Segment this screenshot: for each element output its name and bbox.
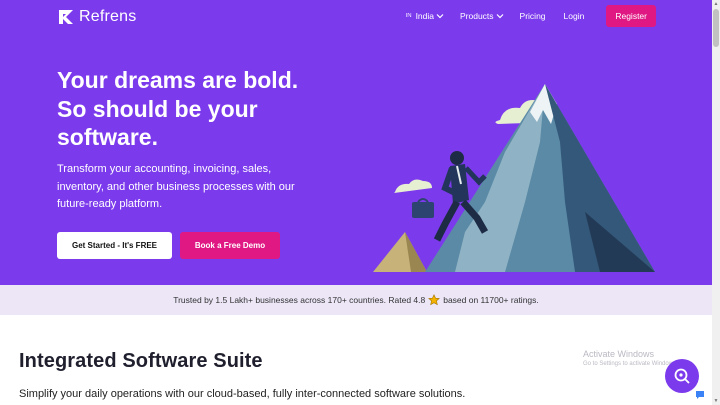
hero-section: Refrens IN India Products Pricing Login … [0, 0, 712, 285]
hero-subtext: Transform your accounting, invoicing, sa… [57, 163, 295, 210]
chevron-down-icon [436, 14, 444, 19]
top-navbar: Refrens IN India Products Pricing Login … [0, 0, 712, 34]
chat-launcher-button[interactable] [665, 359, 699, 393]
cloud-shape [394, 179, 432, 193]
activate-windows-watermark: Activate Windows Go to Settings to activ… [583, 349, 678, 367]
pricing-link[interactable]: Pricing [520, 5, 546, 27]
chat-badge-icon [696, 391, 704, 399]
nav-links: IN India Products Pricing Login Register [390, 5, 656, 27]
headline-line-3: software. [57, 124, 158, 150]
brand-name: Refrens [79, 8, 137, 25]
register-button[interactable]: Register [606, 5, 656, 27]
products-menu[interactable]: Products [460, 5, 504, 27]
login-link[interactable]: Login [564, 5, 585, 27]
trust-text-before: Trusted by 1.5 Lakh+ businesses across 1… [173, 295, 426, 305]
star-icon [428, 294, 441, 306]
section-subtitle: Simplify your daily operations with our … [19, 388, 466, 400]
scroll-down-arrow-icon[interactable]: ▼ [712, 397, 720, 405]
trust-text-after: based on 11700+ ratings. [443, 295, 539, 305]
search-chat-icon [674, 368, 690, 384]
brand-logo[interactable]: Refrens [57, 8, 136, 26]
vertical-scrollbar[interactable]: ▲ ▼ [712, 0, 720, 405]
mountain-climber-illustration [373, 84, 655, 272]
hero-headline: Your dreams are bold. So should be your … [57, 66, 337, 152]
watermark-title: Activate Windows [583, 349, 655, 359]
products-label: Products [460, 11, 494, 21]
country-label: India [415, 11, 434, 21]
flag-icon: IN [405, 13, 412, 19]
trust-bar: Trusted by 1.5 Lakh+ businesses across 1… [0, 285, 712, 315]
scroll-up-arrow-icon[interactable]: ▲ [712, 0, 720, 8]
book-demo-button[interactable]: Book a Free Demo [180, 232, 280, 259]
section-title: Integrated Software Suite [19, 350, 263, 372]
get-started-button[interactable]: Get Started - It's FREE [57, 232, 172, 259]
scrollbar-thumb[interactable] [713, 9, 719, 47]
watermark-subtitle: Go to Settings to activate Windows. [583, 361, 678, 367]
country-selector[interactable]: IN India [406, 5, 444, 27]
headline-line-1: Your dreams are bold. [57, 67, 299, 93]
refrens-logo-icon [59, 10, 73, 24]
chat-badge[interactable] [693, 388, 707, 402]
chevron-down-icon [496, 14, 503, 19]
page: Refrens IN India Products Pricing Login … [0, 0, 720, 405]
headline-line-2: So should be your [57, 95, 258, 122]
